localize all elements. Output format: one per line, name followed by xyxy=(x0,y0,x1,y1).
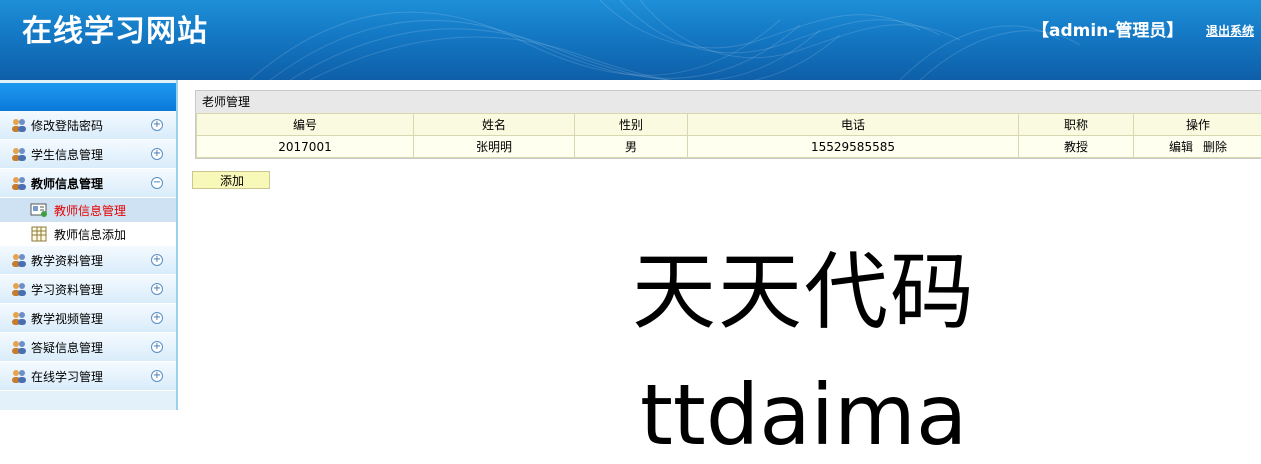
sidebar-item-student-management[interactable]: 学生信息管理 + xyxy=(0,140,176,169)
cell-id: 2017001 xyxy=(197,136,414,158)
sidebar-item-qa-management[interactable]: 答疑信息管理 + xyxy=(0,333,176,362)
expand-icon[interactable]: + xyxy=(151,283,163,295)
users-icon xyxy=(11,253,27,267)
column-header-phone: 电话 xyxy=(688,114,1019,136)
sidebar-item-label: 答疑信息管理 xyxy=(31,339,103,356)
cell-title: 教授 xyxy=(1019,136,1134,158)
column-header-gender: 性别 xyxy=(575,114,688,136)
teacher-list-panel: 老师管理 编号 姓名 性别 电话 职称 操作 2017001 张明明 男 155… xyxy=(195,90,1261,159)
table-icon xyxy=(30,226,48,242)
cell-phone: 15529585585 xyxy=(688,136,1019,158)
sidebar-top-bar xyxy=(0,83,176,111)
teacher-submenu: 教师信息管理 教师信息添加 xyxy=(0,198,176,246)
submenu-item-label: 教师信息管理 xyxy=(54,202,126,219)
sidebar-item-label: 学生信息管理 xyxy=(31,146,103,163)
sidebar-item-teacher-management[interactable]: 教师信息管理 − xyxy=(0,169,176,198)
delete-link[interactable]: 删除 xyxy=(1203,140,1227,154)
collapse-icon[interactable]: − xyxy=(151,177,163,189)
submenu-item-teacher-add[interactable]: 教师信息添加 xyxy=(0,222,176,246)
users-icon xyxy=(11,369,27,383)
sidebar-item-label: 教学资料管理 xyxy=(31,252,103,269)
sidebar-item-study-materials[interactable]: 学习资料管理 + xyxy=(0,275,176,304)
expand-icon[interactable]: + xyxy=(151,370,163,382)
panel-title: 老师管理 xyxy=(196,91,1261,113)
column-header-title: 职称 xyxy=(1019,114,1134,136)
watermark-text-latin: ttdaima xyxy=(640,385,967,445)
cell-actions: 编辑删除 xyxy=(1134,136,1261,158)
sidebar-item-teaching-videos[interactable]: 教学视频管理 + xyxy=(0,304,176,333)
users-icon xyxy=(11,311,27,325)
users-icon xyxy=(11,147,27,161)
add-teacher-button[interactable]: 添加 xyxy=(192,171,270,189)
watermark-text: 天天代码 xyxy=(632,242,976,342)
site-header: 在线学习网站 【admin-管理员】 退出系统 xyxy=(0,0,1261,80)
users-icon xyxy=(11,176,27,190)
users-icon xyxy=(11,282,27,296)
column-header-actions: 操作 xyxy=(1134,114,1261,136)
sidebar-item-label: 在线学习管理 xyxy=(31,368,103,385)
expand-icon[interactable]: + xyxy=(151,341,163,353)
cell-name: 张明明 xyxy=(414,136,575,158)
site-title: 在线学习网站 xyxy=(22,6,208,50)
expand-icon[interactable]: + xyxy=(151,254,163,266)
teacher-table: 编号 姓名 性别 电话 职称 操作 2017001 张明明 男 15529585… xyxy=(196,113,1261,158)
sidebar: 修改登陆密码 + 学生信息管理 + 教师信息管理 − 教师信息管理 教师信息添加… xyxy=(0,80,178,410)
users-icon xyxy=(11,340,27,354)
submenu-item-label: 教师信息添加 xyxy=(54,226,126,243)
id-card-icon xyxy=(30,202,48,218)
sidebar-item-teaching-materials[interactable]: 教学资料管理 + xyxy=(0,246,176,275)
submenu-item-teacher-management[interactable]: 教师信息管理 xyxy=(0,198,176,222)
cell-gender: 男 xyxy=(575,136,688,158)
sidebar-item-label: 学习资料管理 xyxy=(31,281,103,298)
sidebar-item-label: 教学视频管理 xyxy=(31,310,103,327)
sidebar-item-online-learning[interactable]: 在线学习管理 + xyxy=(0,362,176,391)
current-user-label: 【admin-管理员】 xyxy=(1032,16,1183,41)
sidebar-item-label: 教师信息管理 xyxy=(31,175,103,192)
add-button-label: 添加 xyxy=(220,174,244,188)
expand-icon[interactable]: + xyxy=(151,148,163,160)
column-header-name: 姓名 xyxy=(414,114,575,136)
table-header-row: 编号 姓名 性别 电话 职称 操作 xyxy=(197,114,1261,136)
users-icon xyxy=(11,118,27,132)
expand-icon[interactable]: + xyxy=(151,119,163,131)
edit-link[interactable]: 编辑 xyxy=(1169,140,1193,154)
table-row: 2017001 张明明 男 15529585585 教授 编辑删除 xyxy=(197,136,1261,158)
column-header-id: 编号 xyxy=(197,114,414,136)
sidebar-item-label: 修改登陆密码 xyxy=(31,117,103,134)
sidebar-item-change-password[interactable]: 修改登陆密码 + xyxy=(0,111,176,140)
logout-link[interactable]: 退出系统 xyxy=(1206,22,1254,39)
expand-icon[interactable]: + xyxy=(151,312,163,324)
